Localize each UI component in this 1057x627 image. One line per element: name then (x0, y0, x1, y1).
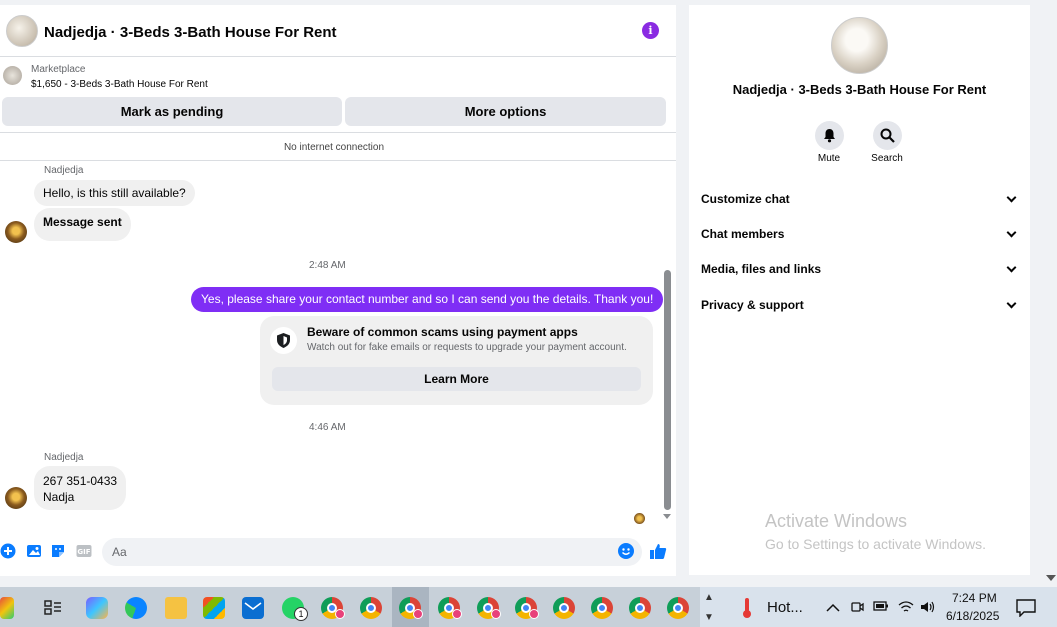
start-app-icon[interactable] (0, 597, 14, 619)
thumbs-up-icon[interactable] (649, 542, 667, 565)
plus-icon[interactable] (0, 543, 16, 559)
info-icon[interactable]: i (642, 22, 659, 39)
search-label: Search (871, 153, 903, 164)
mute-label: Mute (817, 153, 841, 164)
details-title: Nadjedja · 3-Beds 3-Bath House For Rent (732, 82, 987, 97)
mark-pending-button[interactable]: Mark as pending (2, 97, 342, 126)
privacy-support-row[interactable]: Privacy & support (701, 296, 1019, 316)
chevron-down-icon (1006, 192, 1017, 203)
file-explorer-icon[interactable] (165, 597, 187, 619)
mute-button[interactable] (815, 121, 844, 150)
profile-badge (529, 609, 539, 619)
chrome-icon[interactable] (591, 597, 613, 619)
activate-windows-title: Activate Windows (765, 511, 908, 531)
divider (0, 160, 676, 161)
taskbar-scroll-down-icon[interactable]: ▼ (704, 612, 714, 623)
divider (0, 132, 676, 133)
chrome-icon[interactable] (360, 597, 382, 619)
volume-icon[interactable] (920, 600, 936, 617)
weather-text[interactable]: Hot... (767, 599, 803, 616)
message-line: Nadja (43, 490, 75, 504)
scam-warning-title: Beware of common scams using payment app… (307, 325, 578, 339)
listing-photo[interactable] (831, 17, 888, 74)
chevron-down-icon (1006, 227, 1017, 238)
photo-icon[interactable] (26, 543, 42, 559)
activate-windows-text: Go to Settings to activate Windows. (765, 536, 986, 552)
connection-status: No internet connection (283, 142, 385, 153)
section-label: Customize chat (701, 192, 790, 206)
marketplace-label: Marketplace (31, 64, 86, 75)
notifications-icon[interactable] (1016, 599, 1036, 622)
gif-icon[interactable]: GIF (76, 543, 92, 559)
whatsapp-badge: 1 (294, 607, 308, 621)
more-options-button[interactable]: More options (345, 97, 666, 126)
read-receipt-avatar (634, 513, 645, 524)
marketplace-thumbnail (3, 66, 22, 85)
wifi-icon[interactable] (898, 600, 914, 617)
svg-text:GIF: GIF (77, 548, 90, 556)
chrome-icon[interactable] (629, 597, 651, 619)
customize-chat-row[interactable]: Customize chat (701, 190, 1019, 210)
bell-icon (824, 129, 835, 143)
learn-more-button[interactable]: Learn More (272, 367, 641, 391)
scroll-down-arrow-icon[interactable] (663, 514, 671, 519)
message-bubble[interactable]: Message sent (34, 208, 131, 241)
shield-icon (270, 327, 297, 354)
task-view-icon[interactable] (42, 597, 64, 619)
taskbar-scroll-up-icon[interactable]: ▲ (704, 592, 714, 603)
chat-title[interactable]: Nadjedja · 3-Beds 3-Bath House For Rent (44, 24, 337, 41)
profile-badge (491, 609, 501, 619)
timestamp: 2:48 AM (309, 260, 346, 271)
clock-time[interactable]: 7:24 PM (952, 591, 997, 605)
thermometer-icon[interactable] (740, 597, 754, 624)
sender-name: Nadjedja (44, 165, 84, 176)
show-hidden-icons-icon[interactable] (826, 600, 840, 615)
message-input-placeholder: Aa (112, 545, 127, 559)
battery-icon[interactable] (873, 600, 889, 615)
message-bubble[interactable]: Hello, is this still available? (34, 180, 195, 206)
message-bubble[interactable]: 267 351-0433 Nadja (34, 466, 127, 510)
listing-price-title[interactable]: $1,650 - 3-Beds 3-Bath House For Rent (31, 79, 208, 90)
profile-badge (413, 609, 423, 619)
section-label: Media, files and links (701, 262, 822, 276)
sender-name: Nadjedja (44, 452, 84, 463)
emoji-icon[interactable] (618, 543, 634, 559)
section-label: Privacy & support (701, 298, 804, 312)
chevron-down-icon (1006, 298, 1017, 309)
mail-icon[interactable] (242, 597, 264, 619)
media-files-links-row[interactable]: Media, files and links (701, 260, 1019, 280)
meet-now-icon[interactable] (850, 600, 864, 617)
profile-badge (452, 609, 462, 619)
message-line: 267 351-0433 (43, 474, 118, 488)
chevron-down-icon (1006, 262, 1017, 273)
outgoing-message-bubble[interactable]: Yes, please share your contact number an… (191, 287, 664, 312)
profile-badge (335, 609, 345, 619)
chrome-icon[interactable] (667, 597, 689, 619)
edge-icon[interactable] (125, 597, 147, 619)
contact-avatar[interactable] (5, 221, 27, 243)
contact-avatar[interactable] (5, 487, 27, 509)
clock-date[interactable]: 6/18/2025 (946, 609, 999, 623)
search-icon (880, 128, 895, 143)
sticker-icon[interactable] (50, 543, 66, 559)
chat-members-row[interactable]: Chat members (701, 225, 1019, 245)
scam-warning-text: Watch out for fake emails or requests to… (307, 342, 627, 353)
chrome-icon[interactable] (553, 597, 575, 619)
listing-avatar[interactable] (6, 15, 38, 47)
page-scroll-down-icon[interactable] (1046, 575, 1056, 581)
store-icon[interactable] (203, 597, 225, 619)
search-button[interactable] (873, 121, 902, 150)
chat-scrollbar[interactable] (664, 270, 671, 510)
timestamp: 4:46 AM (309, 422, 346, 433)
section-label: Chat members (701, 227, 785, 241)
copilot-icon[interactable] (86, 597, 108, 619)
message-input[interactable] (102, 538, 642, 566)
